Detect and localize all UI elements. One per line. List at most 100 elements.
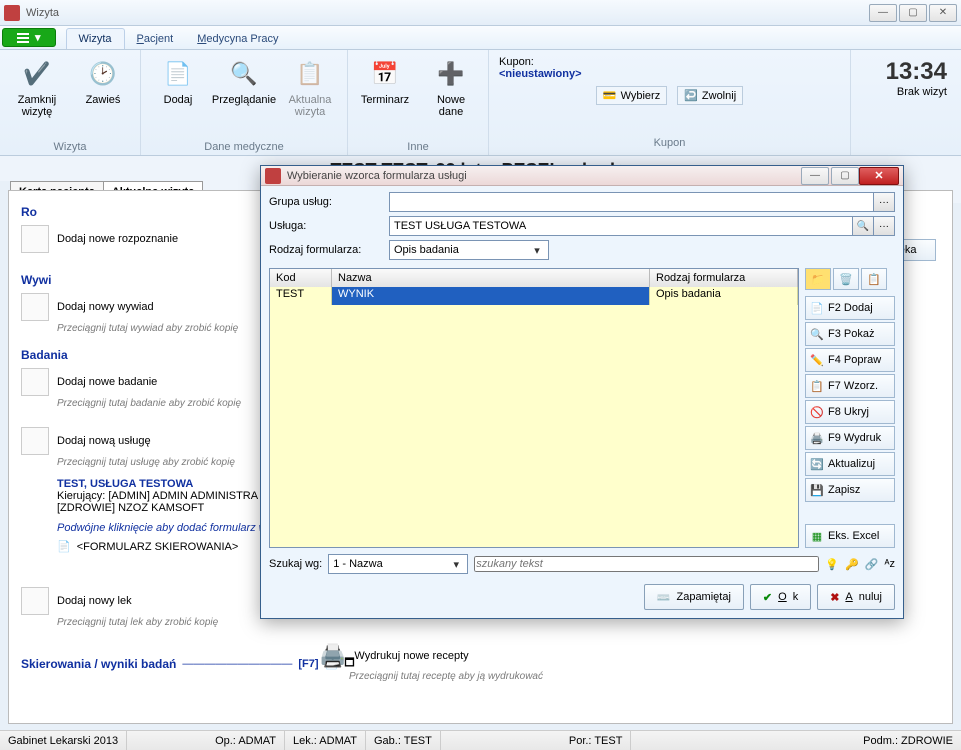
f8-ukryj-button[interactable]: 🚫F8 Ukryj (805, 400, 895, 424)
ribbon-nowe-dane[interactable]: ➕ Nowe dane (422, 54, 480, 139)
ribbon-aktualna-wizyta[interactable]: 📋 Aktualna wizyta (281, 54, 339, 139)
grupa-browse-button[interactable]: ··· (873, 192, 895, 212)
tab-pacjent[interactable]: Pacjent (125, 29, 186, 49)
save-icon: 💾 (810, 484, 824, 497)
status-podm: Podm.: ZDROWIE (855, 731, 961, 750)
ribbon-group-label: Inne (407, 139, 428, 153)
zapisz-button[interactable]: 💾Zapisz (805, 478, 895, 502)
usluga-search-button[interactable]: 🔍 (852, 216, 874, 236)
hide-icon: 🚫 (810, 406, 824, 419)
statusbar: Gabinet Lekarski 2013 Op.: ADMAT Lek.: A… (0, 730, 961, 750)
f7-wzorz-button[interactable]: 📋F7 Wzorz. (805, 374, 895, 398)
grupa-label: Grupa usług: (269, 196, 389, 208)
bulb-icon[interactable]: 💡 (825, 558, 839, 571)
tab-medycyna[interactable]: Medycyna Pracy (185, 29, 290, 49)
col-kod[interactable]: Kod (270, 269, 332, 287)
kupon-zwolnij[interactable]: ↩️Zwolnij (677, 86, 743, 105)
modal-wybieranie-wzorca: Wybieranie wzorca formularza usługi — ▢ … (260, 165, 904, 619)
show-icon: 🔍 (810, 328, 824, 341)
excel-icon: ▦ (810, 530, 824, 543)
f9-wydruk-button[interactable]: 🖨️F9 Wydruk (805, 426, 895, 450)
check-icon: ✔️ (21, 58, 53, 90)
search-label: Szukaj wg: (269, 558, 322, 570)
kupon-value[interactable]: <nieustawiony> (499, 68, 582, 80)
add-doc-icon: 📄 (162, 58, 194, 90)
anuluj-button[interactable]: ✖Anuluj (817, 584, 895, 610)
link-icon[interactable]: 🔗 (865, 558, 879, 571)
excel-button[interactable]: ▦Eks. Excel (805, 524, 895, 548)
keyboard-icon: ⌨️ (657, 591, 671, 604)
col-rodzaj[interactable]: Rodzaj formularza (650, 269, 798, 287)
usluga-label: Usługa: (269, 220, 389, 232)
doc-icon (21, 225, 49, 253)
search-input[interactable] (474, 556, 819, 572)
grupa-field[interactable] (389, 192, 874, 212)
zapamietaj-button[interactable]: ⌨️Zapamiętaj (644, 584, 744, 610)
ribbon-group-label: Wizyta (54, 139, 87, 153)
modal-close-button[interactable]: ✕ (859, 167, 899, 185)
ok-button[interactable]: ✔Ok (750, 584, 811, 610)
doc-icon (21, 293, 49, 321)
ribbon-zamknij-wizyte[interactable]: ✔️ Zamknij wizytę (8, 54, 66, 139)
hint: Przeciągnij tutaj receptę aby ją wydruko… (349, 671, 543, 682)
f4-popraw-button[interactable]: ✏️F4 Popraw (805, 348, 895, 372)
sort-icon[interactable]: ᴬz (885, 558, 895, 570)
delete-button[interactable]: 🗑️ (833, 268, 859, 290)
print-recepty[interactable]: 🖨️ Wydrukuj nowe recepty (319, 643, 543, 669)
chevron-down-icon: ▾ (449, 558, 463, 571)
form-icon: 📄 (57, 540, 71, 553)
rodzaj-label: Rodzaj formularza: (269, 244, 389, 256)
main-menu-button[interactable]: ▾ (2, 28, 56, 47)
plus-icon: ➕ (435, 58, 467, 90)
key-icon[interactable]: 🔑 (845, 558, 859, 571)
brak-wizyt-label: Brak wizyt (897, 86, 947, 98)
modal-minimize-button[interactable]: — (801, 167, 829, 185)
copy-button[interactable]: 📋 (861, 268, 887, 290)
aktualizuj-button[interactable]: 🔄Aktualizuj (805, 452, 895, 476)
status-gab: Gab.: TEST (366, 731, 441, 750)
printer-icon: 🖨️ (319, 643, 346, 669)
main-titlebar: Wizyta — ▢ ✕ (0, 0, 961, 26)
modal-titlebar[interactable]: Wybieranie wzorca formularza usługi — ▢ … (261, 166, 903, 186)
f3-pokaz-button[interactable]: 🔍F3 Pokaż (805, 322, 895, 346)
add-icon: 📄 (810, 302, 824, 315)
card-icon: 💳 (603, 89, 617, 102)
col-nazwa[interactable]: Nazwa (332, 269, 650, 287)
ribbon-group-label: Dane medyczne (204, 139, 284, 153)
check-icon: ✔ (763, 591, 772, 604)
print-icon: 🖨️ (810, 432, 824, 445)
doc-icon (21, 427, 49, 455)
cancel-icon: ✖ (830, 591, 839, 604)
f7-shortcut: [F7] (298, 658, 318, 670)
f2-dodaj-button[interactable]: 📄F2 Dodaj (805, 296, 895, 320)
doc-icon (21, 368, 49, 396)
clock: 13:34 (886, 58, 947, 86)
close-button[interactable]: ✕ (929, 4, 957, 22)
ribbon-zawies[interactable]: 🕑 Zawieś (74, 54, 132, 139)
ribbon-terminarz[interactable]: 📅 Terminarz (356, 54, 414, 139)
kupon-wybierz[interactable]: 💳Wybierz (596, 86, 667, 105)
search-by-combo[interactable]: 1 - Nazwa ▾ (328, 554, 468, 574)
release-icon: ↩️ (684, 89, 698, 102)
status-lek: Lek.: ADMAT (285, 731, 366, 750)
results-grid[interactable]: Kod Nazwa Rodzaj formularza TEST WYNIK O… (269, 268, 799, 548)
tab-wizyta[interactable]: Wizyta (66, 28, 125, 49)
minimize-button[interactable]: — (869, 4, 897, 22)
table-row[interactable]: TEST WYNIK Opis badania (270, 287, 798, 305)
ribbon-group-label: Kupon (654, 135, 686, 149)
status-op: Op.: ADMAT (207, 731, 285, 750)
maximize-button[interactable]: ▢ (899, 4, 927, 22)
usluga-browse-button[interactable]: ··· (873, 216, 895, 236)
folder-button[interactable]: 📁 (805, 268, 831, 290)
rodzaj-combo[interactable]: Opis badania ▾ (389, 240, 549, 260)
ribbon-dodaj[interactable]: 📄 Dodaj (149, 54, 207, 139)
chevron-down-icon: ▾ (530, 244, 544, 257)
modal-maximize-button[interactable]: ▢ (831, 167, 859, 185)
browse-icon: 🔍 (228, 58, 260, 90)
window-title: Wizyta (26, 7, 867, 19)
ribbon-przegladanie[interactable]: 🔍 Przeglądanie (215, 54, 273, 139)
status-por: Por.: TEST (561, 731, 632, 750)
usluga-field[interactable]: TEST USŁUGA TESTOWA (389, 216, 853, 236)
kupon-label: Kupon: (499, 56, 534, 68)
refresh-icon: 🔄 (810, 458, 824, 471)
